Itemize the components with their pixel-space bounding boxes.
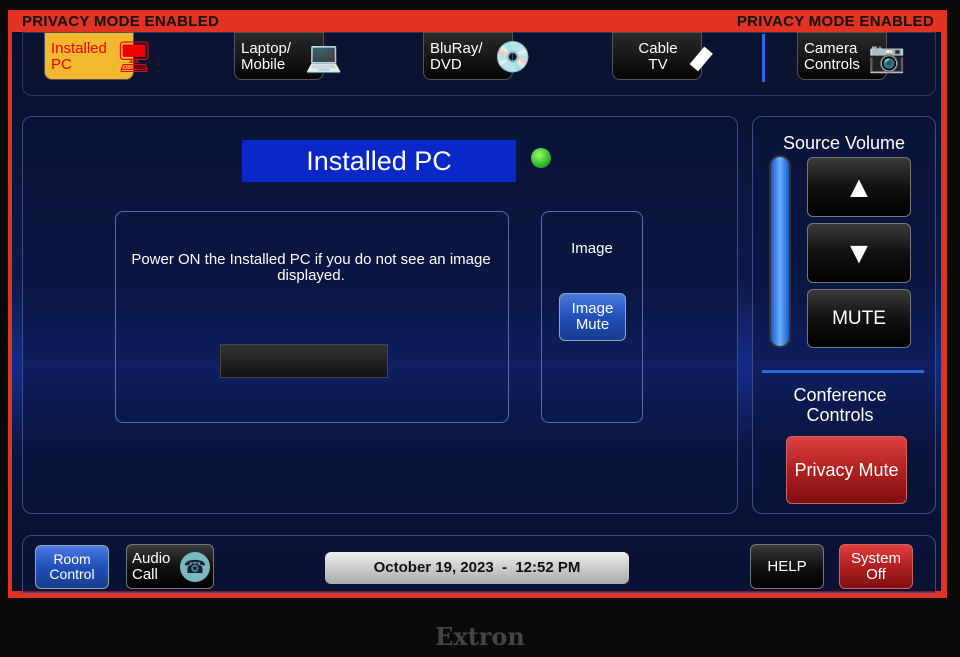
volume-slider[interactable] <box>769 155 791 348</box>
volume-title: Source Volume <box>782 133 906 153</box>
desktop-pc-icon: 🖥 <box>114 41 154 74</box>
divider <box>762 370 924 373</box>
system-off-button[interactable]: System Off <box>839 544 913 589</box>
date-time-display: October 19, 2023 - 12:52 PM <box>325 552 629 584</box>
source-bluray-dvd[interactable]: BluRay/DVD 💿 <box>423 32 532 80</box>
source-separator <box>762 34 765 82</box>
image-label: Image <box>571 240 613 257</box>
arrow-up-icon: ▲ <box>844 170 874 204</box>
disc-icon: 💿 <box>494 41 532 74</box>
privacy-banner-left: PRIVACY MODE ENABLED <box>22 13 220 30</box>
volume-down-button[interactable]: ▼ <box>807 223 911 283</box>
pc-image <box>220 344 388 378</box>
room-control-button[interactable]: Room Control <box>35 545 109 589</box>
help-button[interactable]: HELP <box>750 544 824 589</box>
page-title: Installed PC <box>242 140 516 182</box>
message-box <box>115 211 509 423</box>
conference-title: Conference Controls <box>793 385 887 425</box>
audio-call-label: Audio Call <box>132 549 171 583</box>
volume-up-button[interactable]: ▲ <box>807 157 911 217</box>
privacy-mute-button[interactable]: Privacy Mute <box>786 436 907 504</box>
status-led <box>531 148 551 168</box>
source-laptop-mobile[interactable]: Laptop/Mobile 💻 <box>234 32 343 80</box>
extron-logo: Extron <box>435 622 525 651</box>
privacy-banner-right: PRIVACY MODE ENABLED <box>736 13 934 30</box>
camera-icon: 📷 <box>868 41 906 74</box>
source-camera-controls[interactable]: Camera Controls 📷 <box>797 32 906 80</box>
laptop-icon: 💻 <box>305 41 343 74</box>
source-installed-pc[interactable]: Installed PC 🖥 <box>44 32 153 80</box>
power-message: Power ON the Installed PC if you do not … <box>131 251 491 284</box>
source-cable-tv[interactable]: Cable TV ▮ <box>612 32 719 80</box>
image-mute-button[interactable]: Image Mute <box>559 293 626 341</box>
audio-call-button[interactable]: Audio Call ☎ <box>126 544 214 589</box>
arrow-down-icon: ▼ <box>844 236 874 270</box>
phone-icon: ☎ <box>180 551 210 582</box>
mute-button[interactable]: MUTE <box>807 289 911 348</box>
